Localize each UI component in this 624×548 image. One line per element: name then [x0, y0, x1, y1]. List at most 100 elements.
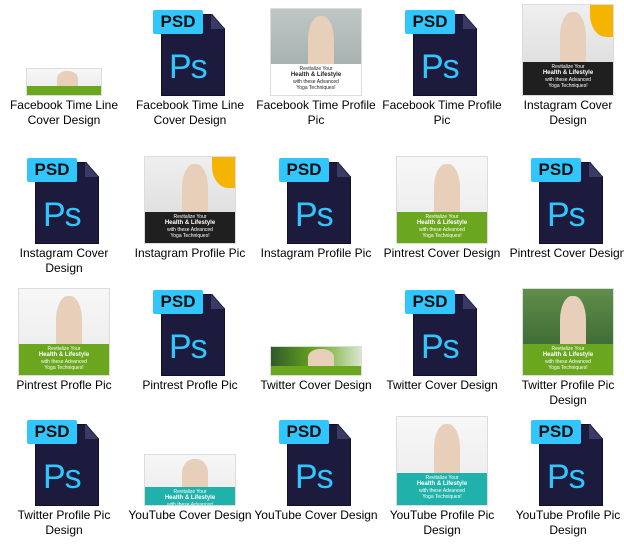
text-band: [271, 366, 361, 375]
thumbnail-art: Revitalize Your Health & Lifestyle with th…: [19, 289, 109, 375]
file-name: Facebook Time Line Cover Design: [9, 98, 119, 127]
file-name: Facebook Time Profile Pic: [256, 98, 376, 127]
ps-glyph: Ps: [169, 328, 208, 366]
file-thumbnail: Revitalize Your Health & Lifestyle with th…: [254, 4, 378, 96]
file-thumbnail: Revitalize Your Health & Lifestyle with th…: [506, 4, 624, 96]
image-thumbnail: Revitalize Your Health & Lifestyle with th…: [18, 288, 110, 376]
file-name: YouTube Cover Design: [128, 508, 252, 522]
psd-file-icon: Ps PSD: [405, 290, 479, 376]
caption-line: Health & Lifestyle: [38, 352, 90, 358]
psd-file-icon: Ps PSD: [531, 158, 605, 244]
file-thumbnail: Revitalize Your Health & Lifestyle with th…: [128, 152, 252, 244]
thumbnail-art: [271, 347, 361, 375]
person-figure: [434, 164, 460, 217]
thumbnail-art: Revitalize Your Health & Lifestyle with th…: [145, 157, 235, 243]
thumbnail-art: Revitalize Your Health & Lifestyle with th…: [523, 5, 613, 95]
file-name: Twitter Profile Pic Design: [17, 508, 111, 537]
person-figure: [182, 164, 208, 217]
psd-tag: PSD: [405, 10, 455, 34]
thumbnail-caption: Revitalize Your Health & Lifestyle with th…: [401, 214, 483, 239]
psd-tag: PSD: [153, 10, 203, 34]
psd-file-icon: Ps PSD: [27, 420, 101, 506]
image-thumbnail: Revitalize Your Health & Lifestyle with th…: [396, 416, 488, 506]
thumbnail-caption: Revitalize Your Health & Lifestyle with th…: [401, 475, 483, 500]
file-name: Pintrest Profle Pic: [142, 378, 238, 392]
thumbnail-art: Revitalize Your Health & Lifestyle with th…: [397, 157, 487, 243]
file-thumbnail: Ps PSD: [380, 4, 504, 96]
ps-glyph: Ps: [421, 328, 460, 366]
image-thumbnail: Revitalize Your Health & Lifestyle with th…: [144, 454, 236, 506]
psd-file-icon: Ps PSD: [153, 290, 227, 376]
psd-tag: PSD: [279, 420, 329, 444]
person-figure: [56, 296, 82, 349]
caption-line: Yoga Techniques!: [422, 494, 462, 500]
psd-file-icon: Ps PSD: [279, 158, 353, 244]
file-name: Pintrest Profle Pic: [16, 378, 112, 392]
file-thumbnail: Revitalize Your Health & Lifestyle with th…: [380, 414, 504, 506]
file-name: YouTube Profile Pic Design: [389, 508, 495, 537]
psd-tag: PSD: [153, 290, 203, 314]
file-name: Instagram Cover Design: [19, 246, 109, 275]
ps-glyph: Ps: [421, 48, 460, 86]
ps-glyph: Ps: [43, 196, 82, 234]
file-name: Instagram Cover Design: [523, 98, 613, 127]
file-thumbnail: Ps PSD: [254, 152, 378, 244]
person-figure: [560, 296, 586, 349]
file-name: Instagram Profile Pic: [134, 246, 246, 260]
psd-tag: PSD: [27, 158, 77, 182]
file-name: Twitter Profile Pic Design: [521, 378, 615, 407]
file-thumbnail: Ps PSD: [506, 414, 624, 506]
ps-glyph: Ps: [169, 48, 208, 86]
caption-line: Health & Lifestyle: [164, 220, 216, 226]
thumbnail-art: Revitalize Your Health & Lifestyle with th…: [523, 289, 613, 375]
accent-wedge: [212, 157, 235, 188]
caption-line: Yoga Techniques!: [548, 365, 588, 371]
file-name: Facebook Time Line Cover Design: [135, 98, 245, 127]
thumbnail-art: Revitalize Your Health & Lifestyle with th…: [397, 417, 487, 505]
file-thumbnail: [2, 4, 126, 96]
ps-glyph: Ps: [295, 458, 334, 496]
image-thumbnail: Revitalize Your Health & Lifestyle with th…: [270, 8, 362, 96]
psd-file-icon: Ps PSD: [153, 10, 227, 96]
file-thumbnail: Ps PSD: [506, 152, 624, 244]
caption-line: Health & Lifestyle: [542, 70, 594, 76]
thumbnail-art: [27, 69, 101, 95]
ps-glyph: Ps: [547, 196, 586, 234]
file-thumbnail: Ps PSD: [2, 414, 126, 506]
file-name: YouTube Profile Pic Design: [515, 508, 621, 537]
caption-line: Health & Lifestyle: [416, 481, 468, 487]
person-figure: [182, 459, 208, 490]
file-thumbnail: Ps PSD: [2, 152, 126, 244]
thumbnail-caption: Revitalize Your Health & Lifestyle with th…: [149, 489, 231, 506]
psd-file-icon: Ps PSD: [405, 10, 479, 96]
caption-line: with these Advanced: [167, 502, 213, 506]
psd-tag: PSD: [405, 290, 455, 314]
image-thumbnail: [26, 68, 102, 96]
file-thumbnail: Ps PSD: [254, 414, 378, 506]
person-figure: [308, 16, 334, 69]
ps-glyph: Ps: [547, 458, 586, 496]
psd-file-icon: Ps PSD: [279, 420, 353, 506]
caption-line: Health & Lifestyle: [164, 495, 216, 501]
psd-tag: PSD: [531, 158, 581, 182]
person-figure: [434, 424, 460, 478]
file-name: YouTube Cover Design: [254, 508, 378, 522]
file-thumbnail: Ps PSD: [128, 4, 252, 96]
caption-line: Yoga Techniques!: [548, 83, 588, 89]
image-thumbnail: Revitalize Your Health & Lifestyle with th…: [144, 156, 236, 244]
psd-tag: PSD: [279, 158, 329, 182]
file-name: Twitter Cover Design: [260, 378, 372, 392]
thumbnail-art: Revitalize Your Health & Lifestyle with th…: [271, 9, 361, 95]
image-thumbnail: [270, 346, 362, 376]
thumbnail-caption: Revitalize Your Health & Lifestyle with th…: [275, 66, 357, 91]
thumbnail-caption: Revitalize Your Health & Lifestyle with th…: [527, 64, 609, 89]
accent-wedge: [590, 5, 613, 37]
caption-line: Yoga Techniques!: [296, 85, 336, 91]
image-thumbnail: Revitalize Your Health & Lifestyle with th…: [522, 4, 614, 96]
file-name: Instagram Profile Pic: [260, 246, 372, 260]
caption-line: Yoga Techniques!: [170, 233, 210, 239]
ps-glyph: Ps: [43, 458, 82, 496]
thumbnail-caption: Revitalize Your Health & Lifestyle with th…: [149, 214, 231, 239]
file-thumbnail: [254, 284, 378, 376]
caption-line: Health & Lifestyle: [542, 352, 594, 358]
